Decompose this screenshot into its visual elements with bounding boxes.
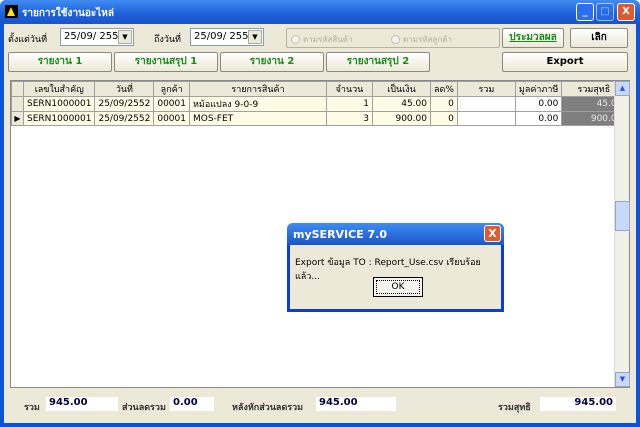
main-window: รายการใช้งานอะไหล่ _ □ X ตั้งแต่วันที่ 2… bbox=[0, 0, 640, 427]
column-header[interactable]: เป็นเงิน bbox=[371, 81, 431, 97]
cell[interactable]: 25/09/2552 bbox=[94, 96, 155, 112]
net-total-value: 945.00 bbox=[540, 397, 616, 411]
cell[interactable]: MOS-FET bbox=[188, 111, 327, 126]
cell[interactable]: 0 bbox=[429, 96, 458, 112]
cell[interactable]: 900.00 bbox=[371, 111, 431, 126]
title-bar: รายการใช้งานอะไหล่ _ □ X bbox=[0, 0, 640, 24]
grid-table: เลขใบสำคัญ วันที่ ลูกค้า รายการสินค้า จำ… bbox=[11, 81, 627, 126]
to-date-value: 25/09/ 2552 bbox=[194, 31, 255, 42]
cell[interactable]: 00001 bbox=[153, 96, 190, 112]
export-dialog: mySERVICE 7.0 X Export ข้อมูล TO : Repor… bbox=[287, 223, 504, 312]
vertical-scrollbar[interactable]: ▲ ▼ bbox=[614, 81, 630, 387]
total-value: 945.00 bbox=[46, 397, 118, 411]
cell[interactable]: 00001 bbox=[153, 111, 190, 126]
close-button[interactable]: X bbox=[617, 3, 635, 21]
cell[interactable]: 0.00 bbox=[514, 96, 563, 112]
cell[interactable]: 0 bbox=[429, 111, 458, 126]
table-row[interactable]: ▶ SERN1000001 25/09/2552 00001 MOS-FET 3… bbox=[11, 111, 627, 126]
window-title: รายการใช้งานอะไหล่ bbox=[22, 8, 115, 19]
table-row[interactable]: SERN1000001 25/09/2552 00001 หม้อแปลง 9-… bbox=[11, 96, 627, 112]
radio-label: ตามรหัสสินค้า bbox=[303, 35, 353, 44]
cancel-button[interactable]: เลิก bbox=[570, 28, 628, 48]
from-date-value: 25/09/ 2552 bbox=[64, 31, 125, 42]
column-header[interactable]: วันที่ bbox=[94, 81, 155, 97]
export-button[interactable]: Export bbox=[502, 52, 628, 72]
row-indicator[interactable] bbox=[11, 96, 24, 112]
to-date-label: ถึงวันที่ bbox=[154, 35, 181, 45]
radio-option-1[interactable]: ตามรหัสสินค้า bbox=[291, 33, 353, 46]
to-date-picker[interactable]: 25/09/ 2552 ▼ bbox=[190, 28, 264, 46]
cell[interactable] bbox=[456, 111, 516, 126]
dialog-title-text: mySERVICE 7.0 bbox=[293, 228, 388, 241]
total-label: รวม bbox=[24, 403, 40, 413]
report-1-button[interactable]: รายงาน 1 bbox=[8, 52, 112, 72]
radio-option-2[interactable]: ตามรหัสลูกค้า bbox=[391, 33, 452, 46]
after-discount-value: 945.00 bbox=[316, 397, 396, 411]
cell[interactable]: 3 bbox=[325, 111, 373, 126]
cell[interactable]: SERN1000001 bbox=[22, 96, 96, 112]
dialog-title: mySERVICE 7.0 X bbox=[287, 223, 504, 245]
app-logo-icon bbox=[5, 5, 18, 18]
process-button[interactable]: ประมวลผล bbox=[502, 28, 564, 48]
row-pointer-icon[interactable]: ▶ bbox=[11, 111, 24, 126]
radio-icon bbox=[291, 35, 300, 44]
chevron-down-icon[interactable]: ▼ bbox=[118, 30, 132, 44]
from-date-picker[interactable]: 25/09/ 2552 ▼ bbox=[60, 28, 134, 46]
summary-1-button[interactable]: รายงานสรุป 1 bbox=[114, 52, 218, 72]
net-total-label: รวมสุทธิ bbox=[498, 403, 531, 413]
column-header[interactable]: ลูกค้า bbox=[153, 81, 190, 97]
grid-header: เลขใบสำคัญ วันที่ ลูกค้า รายการสินค้า จำ… bbox=[11, 81, 627, 97]
sort-option-group: ตามรหัสสินค้า ตามรหัสลูกค้า bbox=[286, 28, 500, 48]
scroll-up-icon[interactable]: ▲ bbox=[615, 81, 630, 96]
column-header[interactable]: ลด% bbox=[429, 81, 458, 97]
radio-icon bbox=[391, 35, 400, 44]
cell[interactable]: 0.00 bbox=[514, 111, 563, 126]
column-header[interactable]: รายการสินค้า bbox=[188, 81, 327, 97]
after-discount-label: หลังหักส่วนลดรวม bbox=[232, 403, 304, 413]
cell[interactable]: SERN1000001 bbox=[22, 111, 96, 126]
radio-label: ตามรหัสลูกค้า bbox=[403, 35, 453, 44]
cell[interactable]: หม้อแปลง 9-0-9 bbox=[188, 96, 327, 112]
ok-button[interactable]: OK bbox=[373, 277, 423, 297]
cell[interactable]: 25/09/2552 bbox=[94, 111, 155, 126]
column-header[interactable]: เลขใบสำคัญ bbox=[22, 81, 96, 97]
scrollbar-thumb[interactable] bbox=[615, 201, 630, 231]
dialog-close-button[interactable]: X bbox=[484, 225, 501, 242]
cell[interactable]: 1 bbox=[325, 96, 373, 112]
cell[interactable]: 45.00 bbox=[371, 96, 431, 112]
chevron-down-icon[interactable]: ▼ bbox=[248, 30, 262, 44]
cell[interactable] bbox=[456, 96, 516, 112]
scroll-down-icon[interactable]: ▼ bbox=[615, 372, 630, 387]
minimize-button[interactable]: _ bbox=[576, 3, 594, 21]
column-header[interactable]: มูลค่าภาษี bbox=[514, 81, 563, 97]
discount-value: 0.00 bbox=[170, 397, 214, 411]
discount-label: ส่วนลดรวม bbox=[122, 403, 166, 413]
summary-2-button[interactable]: รายงานสรุป 2 bbox=[326, 52, 430, 72]
totals-bar: รวม 945.00 ส่วนลดรวม 0.00 หลังหักส่วนลดร… bbox=[10, 394, 630, 416]
row-indicator-header bbox=[11, 81, 24, 97]
column-header[interactable]: รวม bbox=[456, 81, 516, 97]
column-header[interactable]: จำนวน bbox=[325, 81, 373, 97]
from-date-label: ตั้งแต่วันที่ bbox=[8, 35, 48, 45]
report-2-button[interactable]: รายงาน 2 bbox=[220, 52, 324, 72]
maximize-button[interactable]: □ bbox=[596, 3, 614, 21]
